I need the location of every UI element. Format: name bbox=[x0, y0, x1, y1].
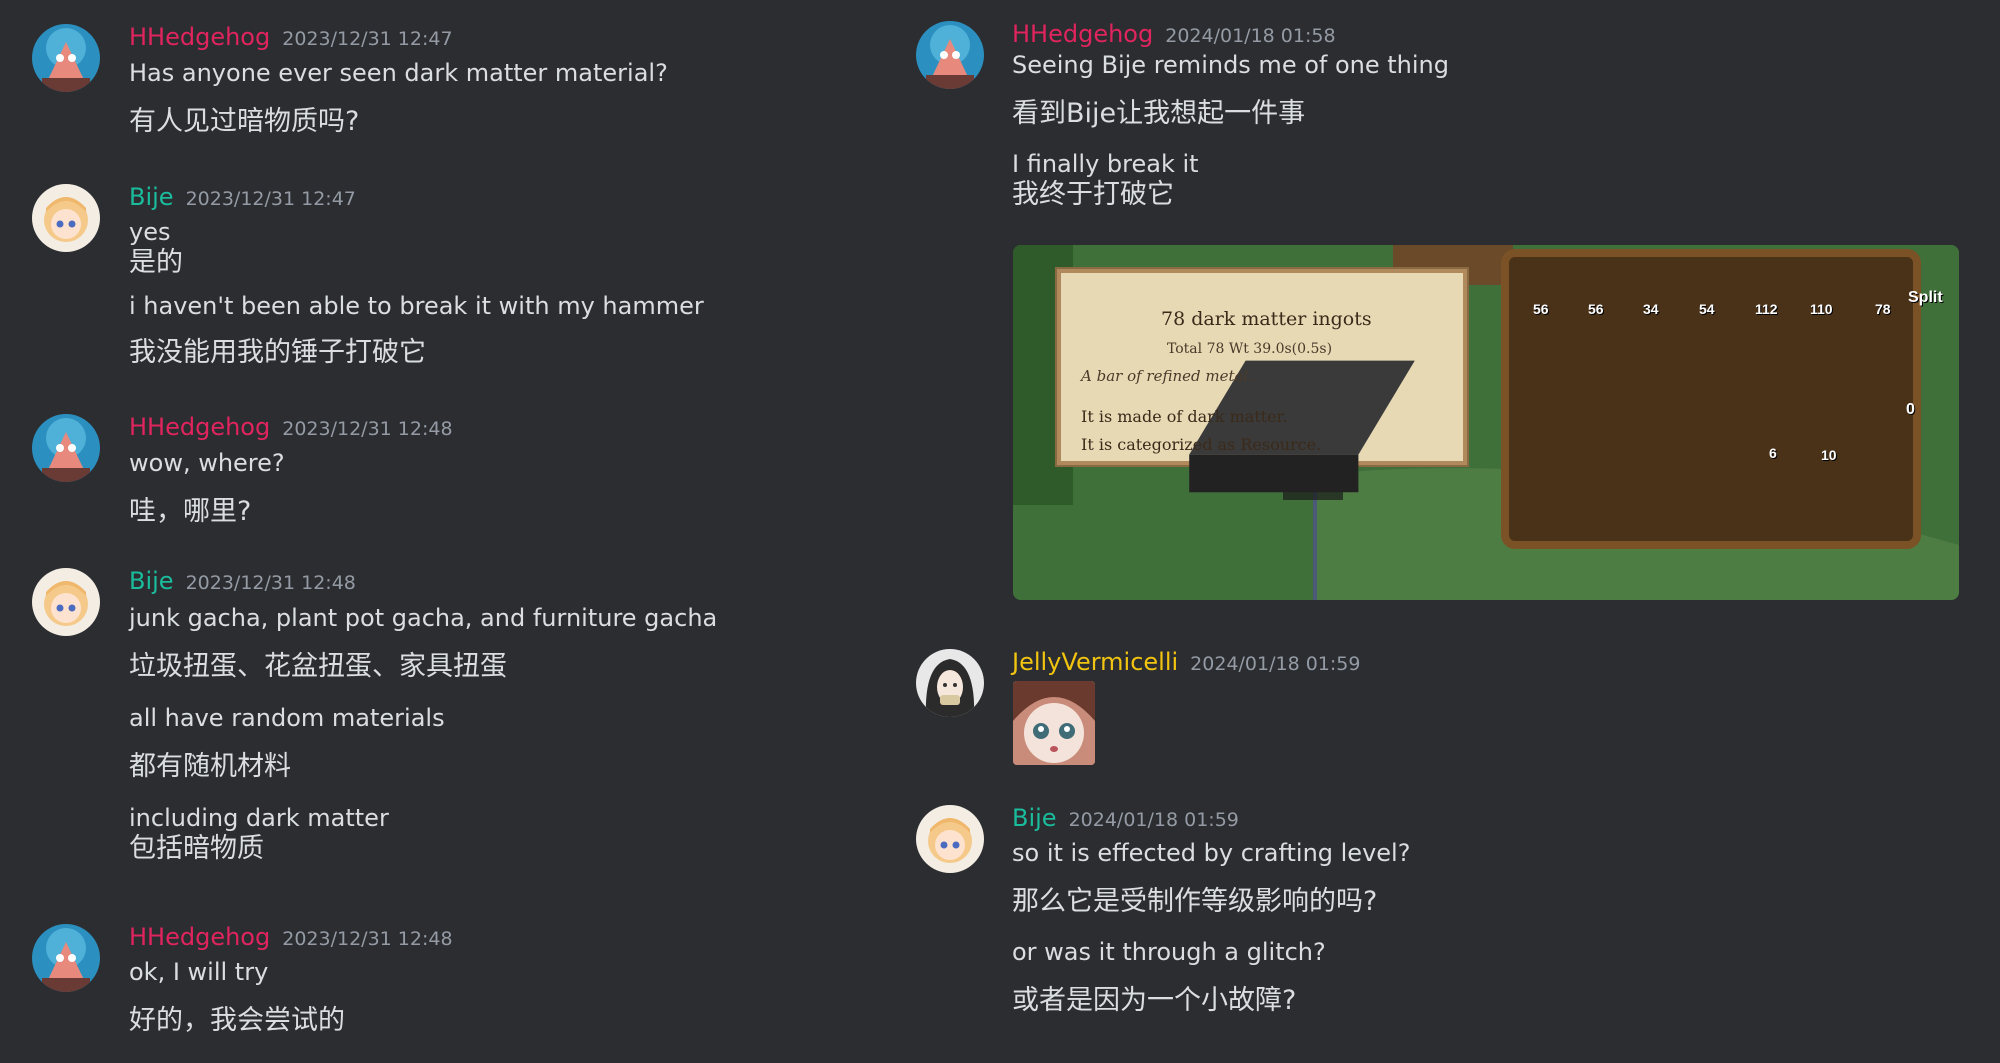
avatar-hhedgehog[interactable] bbox=[916, 21, 984, 89]
avatar-bije[interactable] bbox=[32, 184, 100, 252]
anime-girl-avatar-icon bbox=[32, 568, 100, 636]
sticker-image[interactable] bbox=[1013, 681, 1095, 765]
split-button: Split bbox=[1908, 289, 1943, 306]
inventory-count: 56 bbox=[1588, 301, 1604, 317]
message-text: 包括暗物质 bbox=[129, 833, 264, 864]
inventory-count: 56 bbox=[1533, 301, 1549, 317]
author-name[interactable]: HHedgehog bbox=[129, 413, 270, 441]
message-text: ok, I will try bbox=[129, 958, 269, 986]
message-text: 好的，我会尝试的 bbox=[129, 1005, 345, 1036]
avatar-hhedgehog[interactable] bbox=[32, 24, 100, 92]
message-text: junk gacha, plant pot gacha, and furnitu… bbox=[129, 604, 718, 632]
message-text: yes bbox=[129, 218, 171, 246]
message-text: 或者是因为一个小故障? bbox=[1012, 985, 1297, 1016]
timestamp: 2023/12/31 12:47 bbox=[282, 28, 453, 50]
author-name[interactable]: HHedgehog bbox=[129, 923, 270, 951]
timestamp: 2023/12/31 12:48 bbox=[185, 572, 356, 594]
message-text: wow, where? bbox=[129, 449, 285, 477]
author-name[interactable]: JellyVermicelli bbox=[1012, 648, 1178, 676]
author-name[interactable]: HHedgehog bbox=[1012, 20, 1153, 48]
timestamp: 2023/12/31 12:48 bbox=[282, 418, 453, 440]
author-name[interactable]: HHedgehog bbox=[129, 23, 270, 51]
inventory-panel bbox=[1501, 249, 1921, 549]
timestamp: 2023/12/31 12:48 bbox=[282, 928, 453, 950]
dark-hair-girl-avatar-icon bbox=[916, 649, 984, 717]
patrick-avatar-icon bbox=[916, 21, 984, 89]
timestamp: 2024/01/18 01:59 bbox=[1190, 653, 1361, 675]
patrick-avatar-icon bbox=[32, 24, 100, 92]
message-text: 垃圾扭蛋、花盆扭蛋、家具扭蛋 bbox=[129, 651, 507, 682]
anime-girl-avatar-icon bbox=[916, 805, 984, 873]
patrick-avatar-icon bbox=[32, 924, 100, 992]
avatar-hhedgehog[interactable] bbox=[32, 924, 100, 992]
tooltip-line: It is categorized as Resource. bbox=[1081, 435, 1322, 454]
tooltip-description: A bar of refined metal. bbox=[1081, 367, 1254, 385]
timestamp: 2024/01/18 01:59 bbox=[1068, 809, 1239, 831]
inventory-count: 112 bbox=[1755, 301, 1778, 317]
message-text: Has anyone ever seen dark matter materia… bbox=[129, 59, 668, 87]
inventory-count: 78 bbox=[1875, 301, 1891, 317]
avatar-jellyvermicelli[interactable] bbox=[916, 649, 984, 717]
message-text: all have random materials bbox=[129, 704, 445, 732]
patrick-avatar-icon bbox=[32, 414, 100, 482]
inventory-count: 110 bbox=[1810, 301, 1833, 317]
message-text: Seeing Bije reminds me of one thing bbox=[1012, 51, 1449, 79]
anime-girl-avatar-icon bbox=[32, 184, 100, 252]
author-name[interactable]: Bije bbox=[129, 567, 174, 595]
message-text: 是的 bbox=[129, 247, 183, 278]
message-text: 我终于打破它 bbox=[1012, 179, 1174, 210]
inventory-count: 6 bbox=[1769, 445, 1777, 461]
item-tooltip: 78 dark matter ingots Total 78 Wt 39.0s(… bbox=[1057, 269, 1467, 493]
inventory-count: 10 bbox=[1821, 447, 1837, 463]
timestamp: 2023/12/31 12:47 bbox=[185, 188, 356, 210]
side-digit: 0 bbox=[1906, 401, 1915, 418]
author-name[interactable]: Bije bbox=[1012, 804, 1057, 832]
message-text: I finally break it bbox=[1012, 150, 1199, 178]
tooltip-line: It is made of dark matter. bbox=[1081, 407, 1288, 426]
message-text: or was it through a glitch? bbox=[1012, 938, 1326, 966]
image-attachment[interactable]: 78 dark matter ingots Total 78 Wt 39.0s(… bbox=[1013, 245, 1959, 600]
surprised-anime-girl-sticker-icon bbox=[1013, 681, 1095, 765]
message-text: 都有随机材料 bbox=[129, 751, 291, 782]
message-text: so it is effected by crafting level? bbox=[1012, 839, 1411, 867]
avatar-bije[interactable] bbox=[916, 805, 984, 873]
message-text: including dark matter bbox=[129, 804, 389, 832]
avatar-bije[interactable] bbox=[32, 568, 100, 636]
author-name[interactable]: Bije bbox=[129, 183, 174, 211]
inventory-count: 34 bbox=[1643, 301, 1659, 317]
message-text: 我没能用我的锤子打破它 bbox=[129, 337, 426, 368]
timestamp: 2024/01/18 01:58 bbox=[1165, 25, 1336, 47]
message-text: 哇，哪里? bbox=[129, 496, 252, 527]
message-text: 看到Bije让我想起一件事 bbox=[1012, 98, 1306, 129]
tooltip-subtitle: Total 78 Wt 39.0s(0.5s) bbox=[1167, 341, 1333, 357]
message-text: i haven't been able to break it with my … bbox=[129, 292, 704, 320]
inventory-count: 54 bbox=[1699, 301, 1715, 317]
message-text: 有人见过暗物质吗? bbox=[129, 106, 360, 137]
tooltip-title: 78 dark matter ingots bbox=[1161, 308, 1372, 330]
avatar-hhedgehog[interactable] bbox=[32, 414, 100, 482]
message-text: 那么它是受制作等级影响的吗? bbox=[1012, 886, 1378, 917]
